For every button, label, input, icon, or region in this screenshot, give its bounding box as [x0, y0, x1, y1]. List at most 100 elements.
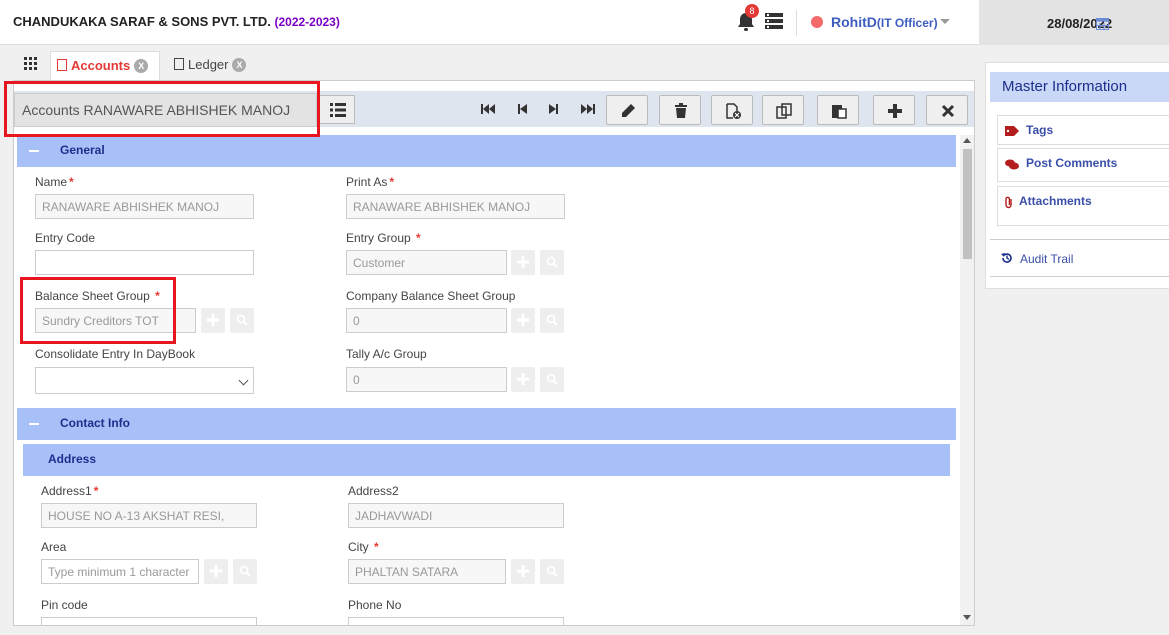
add-entry-group-button[interactable]	[511, 250, 535, 275]
paste-icon	[832, 105, 847, 119]
copy-icon	[776, 103, 792, 119]
tally-group-field[interactable]: 0	[346, 367, 507, 392]
address1-field[interactable]: HOUSE NO A-13 AKSHAT RESI,	[41, 503, 257, 528]
master-info-title: Master Information	[990, 72, 1169, 102]
scroll-thumb[interactable]	[963, 149, 972, 259]
add-area-button[interactable]	[204, 559, 228, 584]
highlight-balance-sheet-group	[20, 277, 176, 344]
edit-button[interactable]	[606, 95, 648, 125]
scrollbar[interactable]	[960, 135, 974, 625]
close-tab-icon[interactable]: X	[134, 59, 149, 73]
entry-group-label: Entry Group *	[346, 231, 421, 245]
entry-code-label: Entry Code	[35, 231, 96, 245]
list-icon	[330, 103, 346, 117]
tab-label: Accounts	[71, 58, 131, 73]
paperclip-icon	[1005, 196, 1012, 209]
chevron-down-icon	[238, 375, 249, 386]
history-icon	[1001, 253, 1012, 263]
plus-icon	[888, 104, 902, 118]
audit-trail-link[interactable]: Audit Trail	[990, 239, 1169, 277]
close-button[interactable]	[926, 95, 968, 125]
post-comments-link[interactable]: Post Comments	[997, 148, 1169, 182]
section-general[interactable]: General	[17, 135, 956, 167]
tab-label: Ledger	[188, 57, 229, 72]
entry-group-field[interactable]: Customer	[346, 250, 507, 275]
phone-field[interactable]	[348, 617, 564, 625]
plus-icon	[207, 314, 219, 326]
collapse-icon[interactable]	[29, 150, 39, 152]
search-tally-group-button[interactable]	[540, 367, 564, 392]
name-field[interactable]: RANAWARE ABHISHEK MANOJ	[35, 194, 254, 219]
search-icon	[546, 314, 558, 326]
search-entry-group-button[interactable]	[540, 250, 564, 275]
grid-icon[interactable]	[24, 57, 37, 70]
user-role: (IT Officer)	[876, 16, 938, 30]
consolidate-select[interactable]	[35, 367, 254, 394]
area-input[interactable]: Type minimum 1 character	[41, 559, 199, 584]
paste-button[interactable]	[817, 95, 859, 125]
add-button[interactable]	[873, 95, 915, 125]
section-address[interactable]: Address	[23, 444, 950, 476]
company-balance-sheet-group-field[interactable]: 0	[346, 308, 507, 333]
delete-button[interactable]	[659, 95, 701, 125]
company-balance-sheet-group-label: Company Balance Sheet Group	[346, 289, 516, 303]
attachments-label: Attachments	[1019, 194, 1092, 208]
search-icon	[546, 565, 558, 577]
cancel-document-button[interactable]	[711, 95, 753, 125]
address2-label: Address2	[348, 484, 399, 498]
plus-icon	[517, 373, 529, 385]
search-company-bsg-button[interactable]	[540, 308, 564, 333]
tab-accounts[interactable]: Accounts X	[50, 51, 160, 80]
required-marker: *	[93, 484, 99, 498]
document-icon	[174, 58, 184, 70]
scroll-up-icon[interactable]	[963, 138, 971, 143]
first-record-icon[interactable]	[480, 102, 496, 116]
server-icon[interactable]	[765, 13, 783, 29]
label-text: Name	[35, 175, 68, 189]
section-contact-info[interactable]: Contact Info	[17, 408, 956, 440]
tab-ledger[interactable]: Ledger X	[168, 51, 253, 80]
status-dot	[811, 16, 823, 28]
add-tally-group-button[interactable]	[511, 367, 535, 392]
calendar-icon[interactable]	[1096, 17, 1109, 30]
required-marker: *	[69, 175, 74, 189]
attachments-link[interactable]: Attachments	[997, 186, 1169, 226]
tags-link[interactable]: Tags	[997, 115, 1169, 145]
city-field[interactable]: PHALTAN SATARA	[348, 559, 506, 584]
plus-icon	[517, 314, 529, 326]
close-tab-icon[interactable]: X	[232, 58, 247, 72]
plus-icon	[517, 565, 529, 577]
collapse-icon[interactable]	[29, 423, 39, 425]
list-button[interactable]	[319, 95, 355, 124]
label-text: City	[348, 540, 369, 554]
address2-field[interactable]: JADHAVWADI	[348, 503, 564, 528]
chevron-down-icon[interactable]	[940, 19, 950, 24]
print-as-label: Print As *	[346, 175, 394, 189]
label-text: Address1	[41, 484, 92, 498]
previous-record-icon[interactable]	[515, 102, 531, 116]
notification-badge: 8	[745, 4, 759, 18]
add-balance-sheet-group-button[interactable]	[201, 308, 225, 333]
search-area-button[interactable]	[233, 559, 257, 584]
search-city-button[interactable]	[540, 559, 564, 584]
area-label: Area	[41, 540, 67, 554]
search-balance-sheet-group-button[interactable]	[230, 308, 254, 333]
pincode-field[interactable]	[41, 617, 257, 625]
search-icon	[546, 373, 558, 385]
main-panel: Accounts RANAWARE ABHISHEK MANOJ General…	[13, 80, 975, 626]
print-as-field[interactable]: RANAWARE ABHISHEK MANOJ	[346, 194, 565, 219]
next-record-icon[interactable]	[545, 102, 561, 116]
user-menu[interactable]: RohitD(IT Officer)	[831, 14, 938, 30]
file-cancel-icon	[726, 103, 741, 119]
copy-button[interactable]	[762, 95, 804, 125]
add-city-button[interactable]	[511, 559, 535, 584]
scroll-down-icon[interactable]	[963, 615, 971, 620]
tags-label: Tags	[1026, 123, 1054, 137]
master-info-panel: Master Information Tags Post Comments At…	[985, 62, 1169, 289]
company-name: CHANDUKAKA SARAF & SONS PVT. LTD.	[13, 14, 271, 29]
add-company-bsg-button[interactable]	[511, 308, 535, 333]
label-text: Print As	[346, 175, 388, 189]
entry-code-field[interactable]	[35, 250, 254, 275]
last-record-icon[interactable]	[580, 102, 596, 116]
consolidate-label: Consolidate Entry In DayBook	[35, 347, 196, 361]
